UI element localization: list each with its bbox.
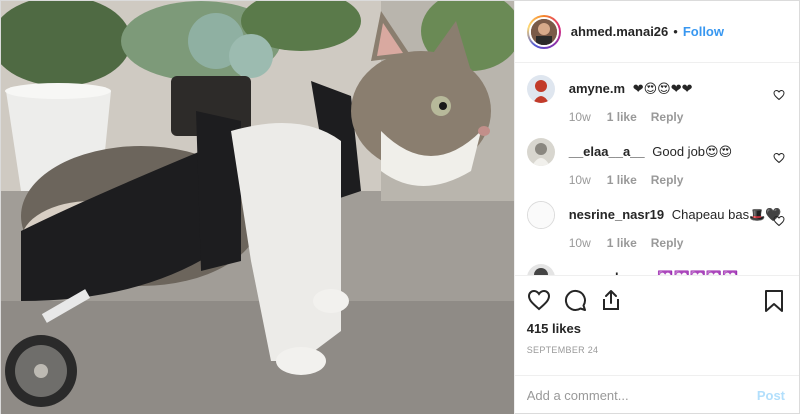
post-side-panel: ahmed.manai26 • Follow amyne.m ❤😍😍❤❤ 10w…: [513, 1, 799, 414]
comment-icon[interactable]: [563, 288, 587, 312]
add-comment-input[interactable]: [526, 388, 757, 403]
follow-button[interactable]: Follow: [683, 24, 724, 39]
comment-avatar[interactable]: [526, 75, 555, 103]
post-comment-button[interactable]: Post: [757, 388, 785, 403]
comment-meta: 10w 1 like Reply: [569, 173, 785, 187]
post-actions: 415 likes September 24: [514, 275, 799, 375]
bookmark-icon[interactable]: [763, 289, 785, 313]
author-avatar-image: [530, 18, 557, 45]
likes-count[interactable]: 415 likes: [527, 321, 785, 336]
comment-time[interactable]: 10w: [569, 173, 591, 187]
reply-button[interactable]: Reply: [651, 110, 684, 124]
header-separator: •: [673, 24, 678, 39]
author-avatar-ring[interactable]: [526, 14, 561, 49]
comment-likes[interactable]: 1 like: [607, 173, 637, 187]
post-photo[interactable]: [1, 1, 514, 414]
comment-username[interactable]: amyne.m: [569, 81, 625, 96]
action-icons: [527, 286, 785, 314]
reply-button[interactable]: Reply: [651, 173, 684, 187]
comment-like-heart-icon[interactable]: [773, 152, 785, 164]
comment-body: __elaa__a__ Good job😍😍 10w 1 like Reply: [569, 134, 785, 187]
comment-item: __elaa__a__ Good job😍😍 10w 1 like Reply: [526, 134, 785, 197]
comment-text-line: __elaa__a__ Good job😍😍: [569, 143, 785, 161]
comment-text: Good job😍😍: [652, 144, 733, 159]
comment-avatar-image: [526, 138, 555, 166]
comment-item: samoudryem 💟💟💟💟💟: [526, 260, 785, 275]
comment-avatar[interactable]: [526, 264, 555, 275]
comment-meta: 10w 1 like Reply: [569, 236, 785, 250]
comment-body: amyne.m ❤😍😍❤❤ 10w 1 like Reply: [569, 71, 785, 124]
comment-meta: 10w 1 like Reply: [569, 110, 785, 124]
post-date[interactable]: September 24: [527, 345, 785, 355]
comment-avatar[interactable]: [526, 201, 555, 229]
heart-icon[interactable]: [527, 288, 551, 312]
author-avatar[interactable]: [528, 16, 559, 47]
comment-like-heart-icon[interactable]: [773, 89, 785, 101]
author-username[interactable]: ahmed.manai26: [571, 24, 669, 39]
post-header: ahmed.manai26 • Follow: [514, 1, 799, 63]
comment-time[interactable]: 10w: [569, 110, 591, 124]
comment-body: nesrine_nasr19 Chapeau bas🎩🖤 10w 1 like …: [569, 197, 785, 250]
reply-button[interactable]: Reply: [651, 236, 684, 250]
comment-text: Chapeau bas🎩🖤: [671, 207, 782, 222]
comment-avatar-image: [527, 202, 554, 228]
share-icon[interactable]: [599, 288, 623, 312]
comment-likes[interactable]: 1 like: [607, 110, 637, 124]
comment-like-heart-icon[interactable]: [773, 215, 785, 227]
comment-avatar-image: [526, 264, 555, 275]
comment-avatar-image: [526, 75, 555, 103]
comment-likes[interactable]: 1 like: [607, 236, 637, 250]
comment-text: ❤😍😍❤❤: [632, 81, 693, 96]
add-comment-bar: Post: [514, 375, 799, 414]
comment-username[interactable]: nesrine_nasr19: [569, 207, 664, 222]
comment-username[interactable]: __elaa__a__: [569, 144, 645, 159]
comment-item: nesrine_nasr19 Chapeau bas🎩🖤 10w 1 like …: [526, 197, 785, 260]
instagram-post: ahmed.manai26 • Follow amyne.m ❤😍😍❤❤ 10w…: [0, 0, 800, 414]
comments-list[interactable]: amyne.m ❤😍😍❤❤ 10w 1 like Reply __elaa__a…: [515, 63, 799, 275]
comment-avatar[interactable]: [526, 138, 555, 166]
cat-in-wheelchair-image: [1, 1, 514, 414]
comment-text-line: amyne.m ❤😍😍❤❤: [569, 80, 785, 98]
comment-item: amyne.m ❤😍😍❤❤ 10w 1 like Reply: [526, 71, 785, 134]
comment-text-line: nesrine_nasr19 Chapeau bas🎩🖤: [569, 206, 785, 224]
comment-body: samoudryem 💟💟💟💟💟: [569, 260, 785, 275]
comment-time[interactable]: 10w: [569, 236, 591, 250]
